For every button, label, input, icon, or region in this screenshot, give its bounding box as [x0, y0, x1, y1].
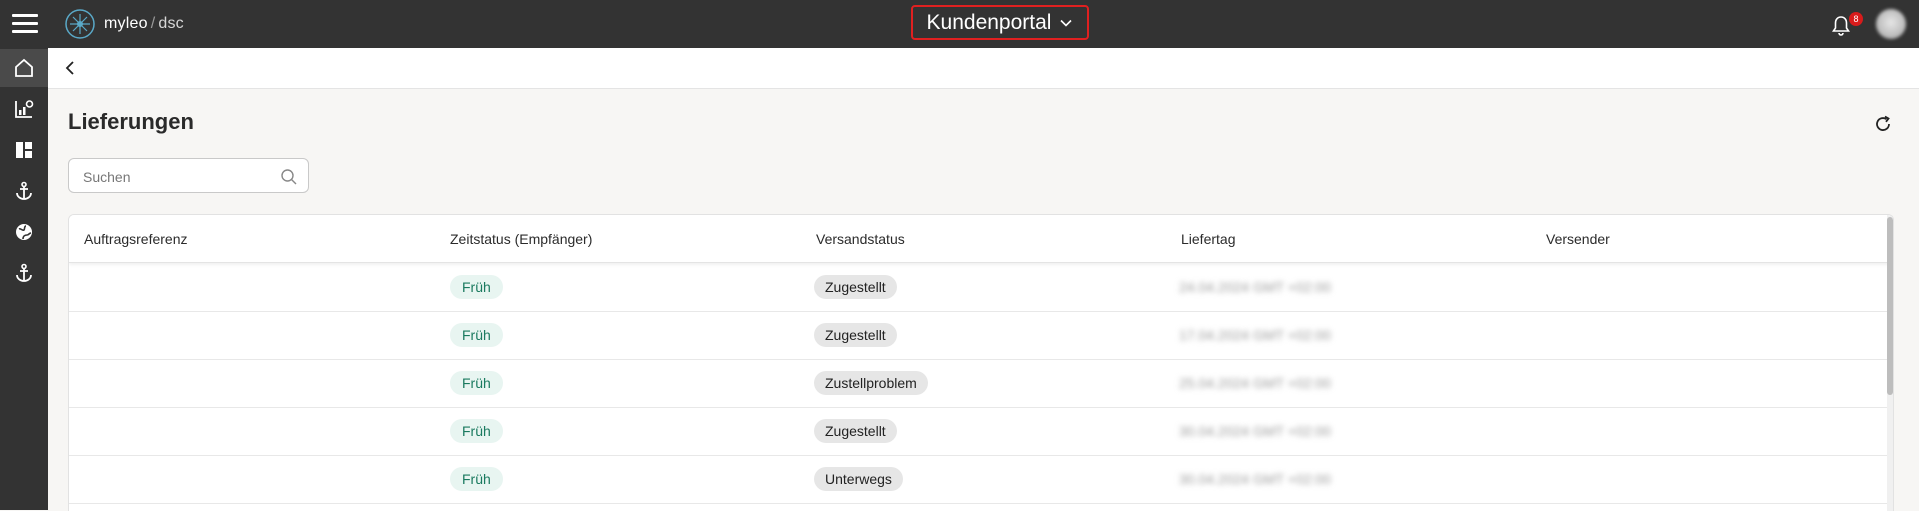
- column-header-shipping-status[interactable]: Versandstatus: [816, 231, 905, 247]
- table-row[interactable]: Früh Zugestellt 17.04.2024 GMT +02:00: [69, 311, 1893, 360]
- time-status-badge: Früh: [450, 275, 503, 299]
- time-status-badge: Früh: [450, 323, 503, 347]
- menu-icon[interactable]: [12, 14, 38, 34]
- column-header-reference[interactable]: Auftragsreferenz: [84, 231, 188, 247]
- anchor-icon: [16, 263, 32, 282]
- table-row[interactable]: Früh Zustellproblem 25.04.2024 GMT +02:0…: [69, 359, 1893, 408]
- table-header: Auftragsreferenz Zeitstatus (Empfänger) …: [69, 215, 1893, 263]
- shipping-status-badge: Zugestellt: [814, 419, 897, 443]
- portal-label: Kundenportal: [926, 10, 1052, 34]
- column-header-time-status[interactable]: Zeitstatus (Empfänger): [450, 231, 592, 247]
- sidebar-item-dashboard[interactable]: [0, 131, 48, 169]
- avatar[interactable]: [1876, 9, 1906, 39]
- sub-header: [48, 48, 1919, 89]
- delivery-day-cell: 30.04.2024 GMT +02:00: [1179, 423, 1331, 439]
- logo-text: myleo / dsc: [104, 15, 184, 33]
- deliveries-table: Auftragsreferenz Zeitstatus (Empfänger) …: [68, 214, 1894, 511]
- logo-product: dsc: [158, 15, 184, 32]
- logo-slash: /: [150, 15, 156, 32]
- shipping-status-badge: Unterwegs: [814, 467, 903, 491]
- refresh-icon[interactable]: [1872, 113, 1894, 135]
- table-row[interactable]: Früh Zugestellt 30.04.2024 GMT +02:00: [69, 407, 1893, 456]
- home-icon: [15, 58, 33, 77]
- delivery-day-cell: 25.04.2024 GMT +02:00: [1179, 375, 1331, 391]
- shipping-status-badge: Zugestellt: [814, 275, 897, 299]
- anchor-icon: [16, 181, 32, 200]
- notification-badge: 8: [1849, 12, 1863, 26]
- column-header-sender[interactable]: Versender: [1546, 231, 1610, 247]
- search-icon[interactable]: [280, 168, 298, 186]
- time-status-badge: Früh: [450, 467, 503, 491]
- top-bar: myleo / dsc Kundenportal 8: [0, 0, 1919, 48]
- time-status-badge: Früh: [450, 419, 503, 443]
- sidebar: [0, 48, 48, 510]
- page-title: Lieferungen: [68, 109, 194, 134]
- column-header-delivery-day[interactable]: Liefertag: [1181, 231, 1235, 247]
- time-status-badge: Früh: [450, 371, 503, 395]
- table-row[interactable]: Früh Unterwegs 30.04.2024 GMT +02:00: [69, 455, 1893, 504]
- sidebar-item-anchor-2[interactable]: [0, 254, 48, 292]
- sidebar-item-anchor[interactable]: [0, 172, 48, 210]
- logo-brand: myleo: [104, 15, 148, 32]
- delivery-day-cell: 30.04.2024 GMT +02:00: [1179, 471, 1331, 487]
- shipping-status-badge: Zustellproblem: [814, 371, 928, 395]
- portal-selector[interactable]: Kundenportal: [911, 5, 1089, 40]
- search-input[interactable]: [81, 166, 275, 188]
- delivery-day-cell: 24.04.2024 GMT +02:00: [1179, 279, 1331, 295]
- globe-icon: [16, 224, 32, 240]
- analytics-icon: [15, 100, 34, 118]
- dashboard-icon: [16, 142, 32, 158]
- sidebar-item-analytics[interactable]: [0, 90, 48, 128]
- scrollbar-thumb[interactable]: [1887, 217, 1893, 395]
- delivery-day-cell: 17.04.2024 GMT +02:00: [1179, 327, 1331, 343]
- shipping-status-badge: Zugestellt: [814, 323, 897, 347]
- logo-icon: [65, 9, 95, 39]
- sidebar-item-globe[interactable]: [0, 213, 48, 251]
- chevron-down-icon: [1060, 19, 1073, 27]
- back-arrow-icon[interactable]: [60, 58, 80, 78]
- sidebar-item-home[interactable]: [0, 49, 48, 87]
- table-row[interactable]: Früh Zugestellt 24.04.2024 GMT +02:00: [69, 263, 1893, 312]
- search-field[interactable]: [68, 158, 309, 193]
- logo[interactable]: myleo / dsc: [64, 8, 184, 40]
